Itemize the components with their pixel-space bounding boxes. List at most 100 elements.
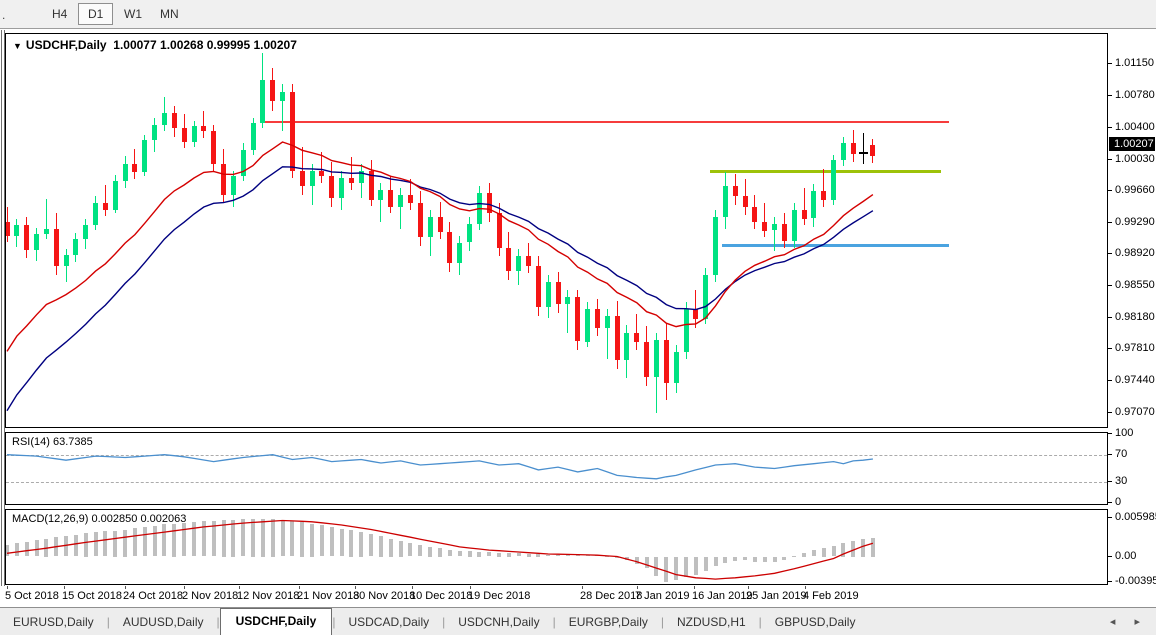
candle: [575, 297, 581, 342]
symbol-tab-eurgbp[interactable]: EURGBP,Daily: [556, 610, 661, 635]
tab-scroll-arrows[interactable]: ◂ ▸: [1110, 615, 1148, 628]
candle: [14, 224, 20, 236]
period-button-d1[interactable]: D1: [78, 3, 114, 25]
candle: [201, 126, 207, 132]
price-axis[interactable]: 1.01150 1.00780 1.00400 1.00030 0.99660 0.992…: [1108, 30, 1156, 607]
candle: [161, 112, 167, 125]
candle: [378, 189, 384, 200]
date-label: 15 Oct 2018: [62, 590, 122, 602]
macd-histogram-bar: [24, 541, 29, 557]
symbol-tab-nzdusd[interactable]: NZDUSD,H1: [664, 610, 759, 635]
rsi-level-30: [6, 482, 1107, 484]
macd-histogram-bar: [841, 543, 846, 557]
candle: [417, 203, 423, 238]
macd-histogram-bar: [782, 556, 787, 560]
candle: [663, 339, 669, 383]
macd-tick: [1108, 517, 1112, 518]
candle-wick: [104, 185, 106, 216]
candle: [673, 351, 679, 383]
macd-histogram-bar: [349, 530, 354, 557]
date-label: 28 Dec 2018: [580, 590, 643, 602]
macd-histogram-bar: [201, 521, 206, 557]
candle: [801, 210, 807, 219]
period-button-h4[interactable]: H4: [42, 3, 77, 25]
moving-averages-plot: [6, 141, 874, 412]
candle: [831, 160, 837, 200]
candle-doji-dash: [858, 151, 868, 154]
macd-histogram-bar: [418, 544, 423, 557]
macd-histogram-bar: [821, 548, 826, 557]
macd-indicator-panel[interactable]: MACD(12,26,9) 0.002850 0.002063: [5, 509, 1108, 585]
support-line[interactable]: [722, 243, 949, 247]
macd-histogram-bar: [329, 526, 334, 557]
candle: [122, 163, 128, 181]
macd-histogram-bar: [260, 518, 265, 557]
macd-histogram-bar: [6, 544, 9, 557]
rsi-indicator-panel[interactable]: RSI(14) 63.7385: [5, 432, 1108, 505]
candle: [476, 192, 482, 224]
minor-resistance-line[interactable]: [710, 170, 941, 173]
symbol-tab-audusd[interactable]: AUDUSD,Daily: [110, 610, 217, 635]
symbol-tab-gbpusd[interactable]: GBPUSD,Daily: [762, 610, 869, 635]
candle: [299, 170, 305, 187]
macd-label: 0.00: [1115, 549, 1137, 562]
macd-histogram-bar: [172, 523, 177, 557]
rsi-tick: [1108, 433, 1112, 434]
candle: [171, 112, 177, 128]
date-tick: [748, 586, 749, 589]
period-button-mn[interactable]: MN: [150, 3, 189, 25]
candle: [781, 223, 787, 241]
ohlc-close: 1.00207: [253, 38, 297, 52]
candle-wick: [321, 151, 323, 183]
candle: [644, 341, 650, 378]
macd-histogram-bar: [300, 521, 305, 557]
macd-name: MACD(12,26,9): [12, 513, 89, 525]
mt4-window: . H4 D1 W1 MN ▼ USDCHF,Daily 1.00077 1.00268…: [0, 0, 1156, 635]
candle: [427, 216, 433, 238]
macd-histogram-bar: [73, 534, 78, 557]
price-tick: [1108, 348, 1112, 350]
candle: [634, 333, 640, 342]
macd-histogram-bar: [241, 519, 246, 557]
period-button-w1[interactable]: W1: [114, 3, 152, 25]
price-tick: [1108, 253, 1112, 255]
candle: [280, 92, 285, 101]
date-tick: [637, 586, 638, 589]
rsi-tick: [1108, 502, 1112, 503]
candle: [506, 247, 512, 272]
symbol-tab-usdcad[interactable]: USDCAD,Daily: [335, 610, 442, 635]
candle: [43, 228, 49, 234]
candle: [309, 170, 315, 187]
resistance-line[interactable]: [262, 121, 949, 123]
macd-histogram-bar: [536, 554, 541, 557]
macd-histogram-bar: [477, 552, 482, 557]
candle: [811, 191, 817, 219]
candle: [821, 191, 827, 200]
time-axis[interactable]: 5 Oct 2018 15 Oct 2018 24 Oct 2018 2 Nov 20…: [0, 586, 1103, 607]
current-price-tag: 1.00207: [1109, 136, 1155, 151]
date-tick: [470, 586, 471, 589]
candle: [535, 266, 541, 308]
date-label: 2 Nov 2018: [182, 590, 239, 602]
price-tick: [1108, 316, 1112, 318]
candle: [83, 225, 89, 240]
date-tick: [125, 586, 126, 589]
macd-histogram-bar: [211, 520, 216, 557]
candle: [63, 255, 69, 267]
macd-histogram-bar: [270, 518, 275, 557]
macd-histogram-bar: [654, 556, 659, 576]
macd-histogram-bar: [713, 556, 718, 567]
macd-histogram-bar: [556, 554, 560, 557]
date-label: 10 Dec 2018: [410, 590, 473, 602]
macd-histogram-bar: [752, 556, 757, 562]
price-chart-panel[interactable]: ▼ USDCHF,Daily 1.00077 1.00268 0.99995 1.…: [5, 33, 1108, 428]
symbol-tab-eurusd[interactable]: EURUSD,Daily: [0, 610, 107, 635]
date-tick: [64, 586, 65, 589]
candle: [152, 124, 158, 140]
price-tick: [1108, 285, 1112, 286]
symbol-tab-usdcnh[interactable]: USDCNH,Daily: [445, 610, 552, 635]
candle: [24, 224, 30, 251]
candle: [34, 233, 39, 251]
symbol-tab-usdchf[interactable]: USDCHF,Daily: [219, 608, 333, 635]
candle-wick: [203, 110, 205, 139]
